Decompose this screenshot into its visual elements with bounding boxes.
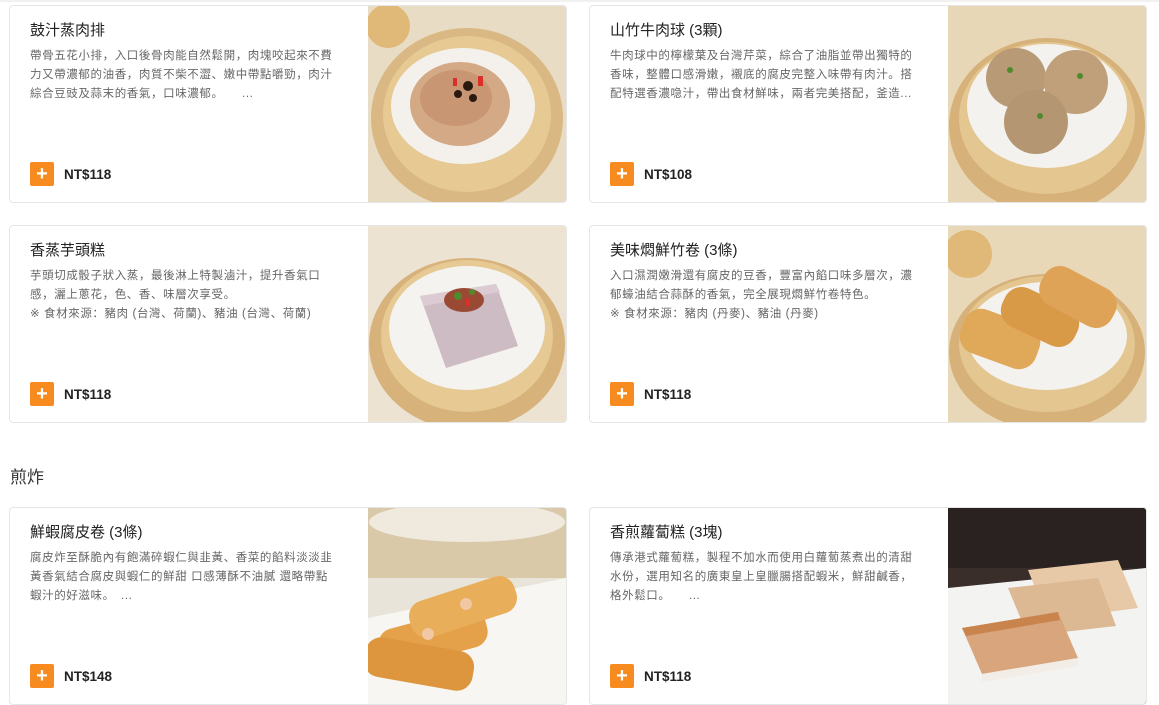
menu-item-card[interactable]: 鮮蝦腐皮卷 (3條) 腐皮炸至酥脆內有飽滿碎蝦仁與韭黃、香菜的餡料淡淡韭 黃香氣… xyxy=(9,507,567,705)
add-to-cart-button[interactable]: + xyxy=(610,664,634,688)
item-title: 香蒸芋頭糕 xyxy=(30,242,106,259)
taro-cake-photo xyxy=(368,226,566,422)
item-description: 帶骨五花小排，入口後骨肉能自然鬆開，肉塊咬起來不費 力又帶濃郁的油香，肉質不柴不… xyxy=(30,50,333,100)
add-to-cart-button[interactable]: + xyxy=(30,382,54,406)
item-description: 入口濕潤嫩滑還有腐皮的豆香，豐富內餡口味多層次，濃 郁蠔油結合蒜酥的香氣，完全展… xyxy=(610,270,913,320)
turnip-cake-photo xyxy=(948,508,1146,704)
item-title: 鮮蝦腐皮卷 (3條) xyxy=(30,524,143,541)
add-to-cart-button[interactable]: + xyxy=(610,162,634,186)
item-description: 牛肉球中的檸檬葉及台灣芹菜，綜合了油脂並帶出獨特的 香味，整體口感滑嫩，襯底的腐… xyxy=(610,50,913,100)
item-title: 鼓汁蒸肉排 xyxy=(30,22,106,39)
top-divider xyxy=(0,0,1159,2)
bean-curd-roll-photo xyxy=(948,226,1146,422)
item-price: NT$118 xyxy=(64,166,112,182)
add-to-cart-button[interactable]: + xyxy=(30,162,54,186)
item-price: NT$118 xyxy=(644,668,692,684)
item-description: 腐皮炸至酥脆內有飽滿碎蝦仁與韭黃、香菜的餡料淡淡韭 黃香氣結合腐皮與蝦仁的鮮甜 … xyxy=(30,552,333,602)
item-title: 山竹牛肉球 (3顆) xyxy=(610,22,723,39)
item-price: NT$108 xyxy=(644,166,693,182)
menu-item-card[interactable]: 香蒸芋頭糕 芋頭切成骰子狀入蒸，最後淋上特製滷汁，提升香氣口 感，灑上蔥花，色、… xyxy=(9,225,567,423)
add-to-cart-button[interactable]: + xyxy=(30,664,54,688)
spareribs-photo xyxy=(368,6,566,202)
menu-item-card[interactable]: 美味燜鮮竹卷 (3條) 入口濕潤嫩滑還有腐皮的豆香，豐富內餡口味多層次，濃 郁蠔… xyxy=(589,225,1147,423)
menu-item-card[interactable]: 鼓汁蒸肉排 帶骨五花小排，入口後骨肉能自然鬆開，肉塊咬起來不費 力又帶濃郁的油香… xyxy=(9,5,567,203)
item-price: NT$118 xyxy=(64,386,112,402)
item-title: 美味燜鮮竹卷 (3條) xyxy=(610,242,738,259)
beef-ball-photo xyxy=(948,6,1146,202)
shrimp-roll-photo xyxy=(368,508,566,704)
menu-item-card[interactable]: 香煎蘿蔔糕 (3塊) 傳承港式蘿蔔糕，製程不加水而使用白蘿蔔蒸煮出的清甜 水份，… xyxy=(589,507,1147,705)
section-title-fried: 煎炸 xyxy=(10,468,44,487)
item-price: NT$148 xyxy=(64,668,113,684)
add-to-cart-button[interactable]: + xyxy=(610,382,634,406)
item-description: 傳承港式蘿蔔糕，製程不加水而使用白蘿蔔蒸煮出的清甜 水份，選用知名的廣東皇上皇臘… xyxy=(610,552,913,602)
item-description: 芋頭切成骰子狀入蒸，最後淋上特製滷汁，提升香氣口 感，灑上蔥花，色、香、味層次享… xyxy=(30,270,321,320)
item-title: 香煎蘿蔔糕 (3塊) xyxy=(610,524,723,541)
item-price: NT$118 xyxy=(644,386,692,402)
menu-item-card[interactable]: 山竹牛肉球 (3顆) 牛肉球中的檸檬葉及台灣芹菜，綜合了油脂並帶出獨特的 香味，… xyxy=(589,5,1147,203)
